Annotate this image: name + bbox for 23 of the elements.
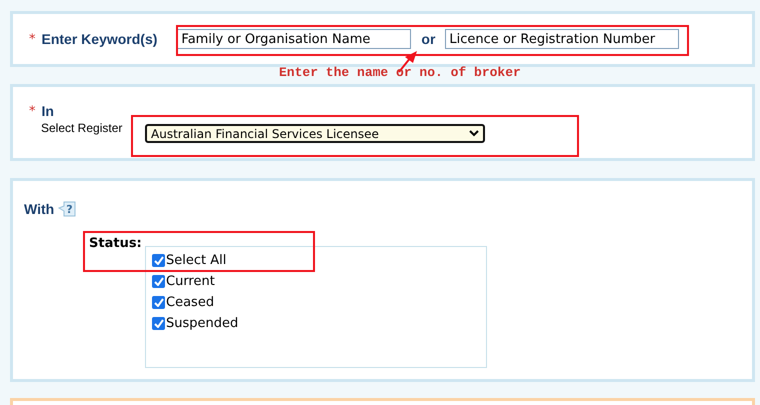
status-option: Select All	[166, 252, 226, 268]
checkbox[interactable]	[152, 316, 165, 330]
help-mark: ?	[66, 203, 73, 216]
number-field[interactable]: Licence or Registration Number	[445, 29, 680, 49]
keyword-label: Enter Keyword(s)	[42, 31, 158, 47]
checkbox[interactable]	[152, 254, 165, 266]
with-heading: With	[24, 201, 54, 217]
chevron-down-icon	[469, 130, 479, 137]
required-mark: *	[29, 104, 36, 118]
or-label: or	[421, 31, 436, 47]
status-option: Ceased	[166, 294, 214, 310]
help-icon[interactable]: ?	[58, 200, 78, 218]
required-mark: *	[29, 32, 36, 46]
register-heading: In	[42, 103, 54, 119]
status-option: Current	[166, 274, 215, 288]
checkbox[interactable]	[152, 274, 165, 288]
select-register-label: Select Register	[41, 121, 124, 135]
register-select[interactable]: Australian Financial Services Licensee	[145, 124, 485, 143]
status-option: Suspended	[166, 316, 238, 330]
checkbox[interactable]	[152, 296, 165, 308]
name-field[interactable]: Family or Organisation Name	[177, 29, 412, 49]
annotation-note: Enter the name or no. of broker	[279, 65, 521, 80]
status-label: Status:	[89, 236, 143, 251]
